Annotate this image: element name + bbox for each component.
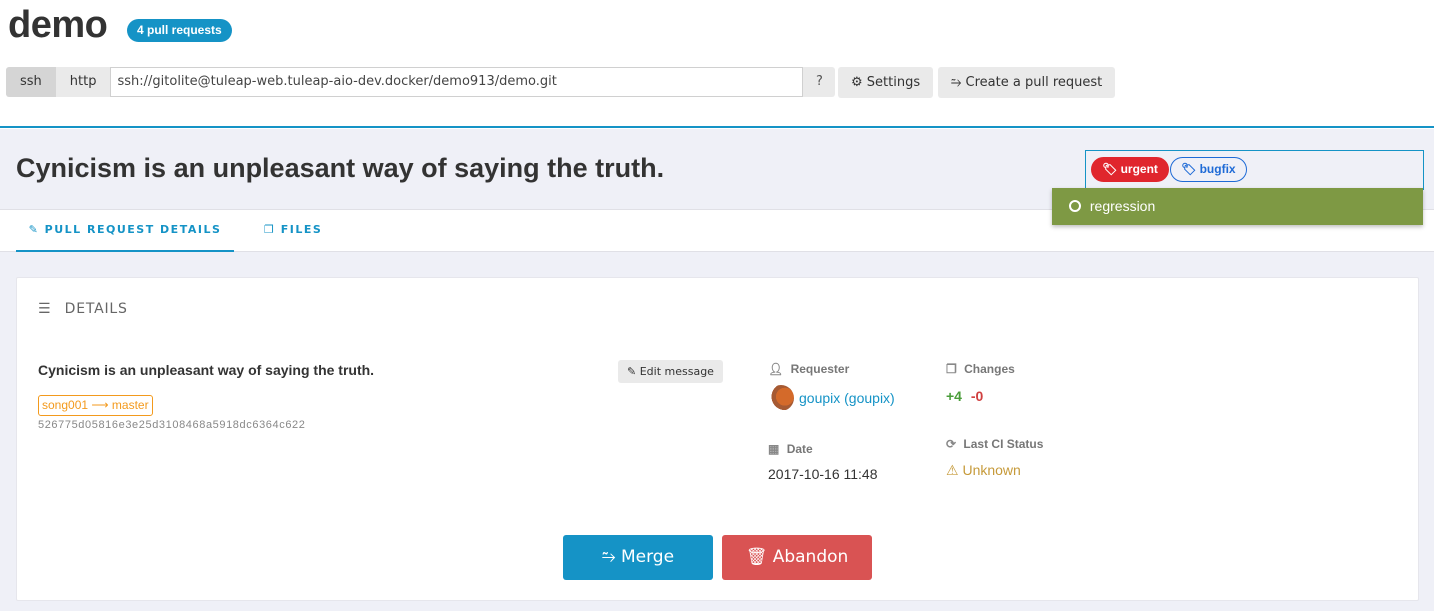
commit-sha: 526775d05816e3e25d3108468a5918dc6364c622 xyxy=(38,419,306,431)
user-icon: 👤︎ xyxy=(768,362,784,376)
repository-header: demo 4 pull requests ssh http ssh://gito… xyxy=(0,0,1434,128)
edit-icon: ✎ xyxy=(627,365,637,378)
details-card: ☰ DETAILS Cynicism is an unpleasant way … xyxy=(16,277,1419,601)
tag-icon: 🏷︎ xyxy=(1181,162,1197,176)
list-icon: ☰ xyxy=(38,301,52,317)
pull-request-icon: ⥲ xyxy=(951,75,962,90)
settings-label: Settings xyxy=(866,75,921,90)
clone-url-bar: ssh http ssh://gitolite@tuleap-web.tulea… xyxy=(6,67,836,97)
merge-icon: ⥲ xyxy=(601,547,616,567)
tab-files[interactable]: ❐ FILES xyxy=(264,210,322,252)
label-bugfix[interactable]: 🏷︎ bugfix xyxy=(1170,157,1247,182)
labels-selector[interactable]: 🏷︎ urgent 🏷︎ bugfix xyxy=(1085,150,1424,190)
pull-request-title: Cynicism is an unpleasant way of saying … xyxy=(16,153,665,183)
label-urgent[interactable]: 🏷︎ urgent xyxy=(1091,157,1169,182)
create-pull-request-button[interactable]: ⥲ Create a pull request xyxy=(938,67,1116,98)
date-value: 2017-10-16 11:48 xyxy=(768,466,878,482)
pencil-icon: ✎ xyxy=(28,223,40,236)
http-protocol-button[interactable]: http xyxy=(55,67,111,97)
ci-status-value: ⚠ Unknown xyxy=(946,462,1021,478)
refresh-icon: ⟳ xyxy=(946,437,957,451)
additions: +4 xyxy=(946,388,962,404)
merge-button[interactable]: ⥲ Merge xyxy=(563,535,713,580)
label-dropdown-option-regression[interactable]: regression xyxy=(1052,188,1423,225)
tab-pull-request-details[interactable]: ✎ PULL REQUEST DETAILS xyxy=(16,210,234,252)
changes-label: ❐ Changes xyxy=(946,362,1015,376)
pull-request-count-badge[interactable]: 4 pull requests xyxy=(127,19,232,42)
description-title: Cynicism is an unpleasant way of saying … xyxy=(38,362,375,378)
clone-url-input[interactable]: ssh://gitolite@tuleap-web.tuleap-aio-dev… xyxy=(110,67,804,97)
changes-count: +4 -0 xyxy=(946,388,983,404)
ssh-protocol-button[interactable]: ssh xyxy=(6,67,56,97)
main-content: ☰ DETAILS Cynicism is an unpleasant way … xyxy=(0,252,1434,611)
files-icon: ❐ xyxy=(946,362,957,376)
tag-icon: 🏷︎ xyxy=(1102,162,1118,176)
trash-icon: 🗑︎ xyxy=(745,547,768,567)
abandon-button[interactable]: 🗑︎ Abandon xyxy=(722,535,872,580)
repository-title: demo xyxy=(8,4,108,46)
settings-button[interactable]: ⚙ Settings xyxy=(838,67,934,98)
avatar xyxy=(768,385,794,411)
option-label: regression xyxy=(1089,198,1156,214)
edit-message-button[interactable]: ✎ Edit message xyxy=(618,360,723,383)
requester-link[interactable]: goupix (goupix) xyxy=(768,385,895,411)
gear-icon: ⚙ xyxy=(851,75,863,90)
clone-help-button[interactable]: ? xyxy=(803,67,836,97)
date-label: ▦ Date xyxy=(768,442,813,456)
branch-badge: song001 ⟶ master xyxy=(38,395,153,416)
details-section-title: ☰ DETAILS xyxy=(38,301,128,317)
requester-label: 👤︎ Requester xyxy=(768,362,850,376)
ci-status-label: ⟳ Last CI Status xyxy=(946,437,1044,451)
deletions: -0 xyxy=(970,388,984,404)
warning-icon: ⚠ xyxy=(946,462,959,478)
files-icon: ❐ xyxy=(264,223,276,236)
calendar-icon: ▦ xyxy=(768,442,780,456)
circle-icon xyxy=(1069,200,1081,212)
create-pull-request-label: Create a pull request xyxy=(965,75,1103,90)
